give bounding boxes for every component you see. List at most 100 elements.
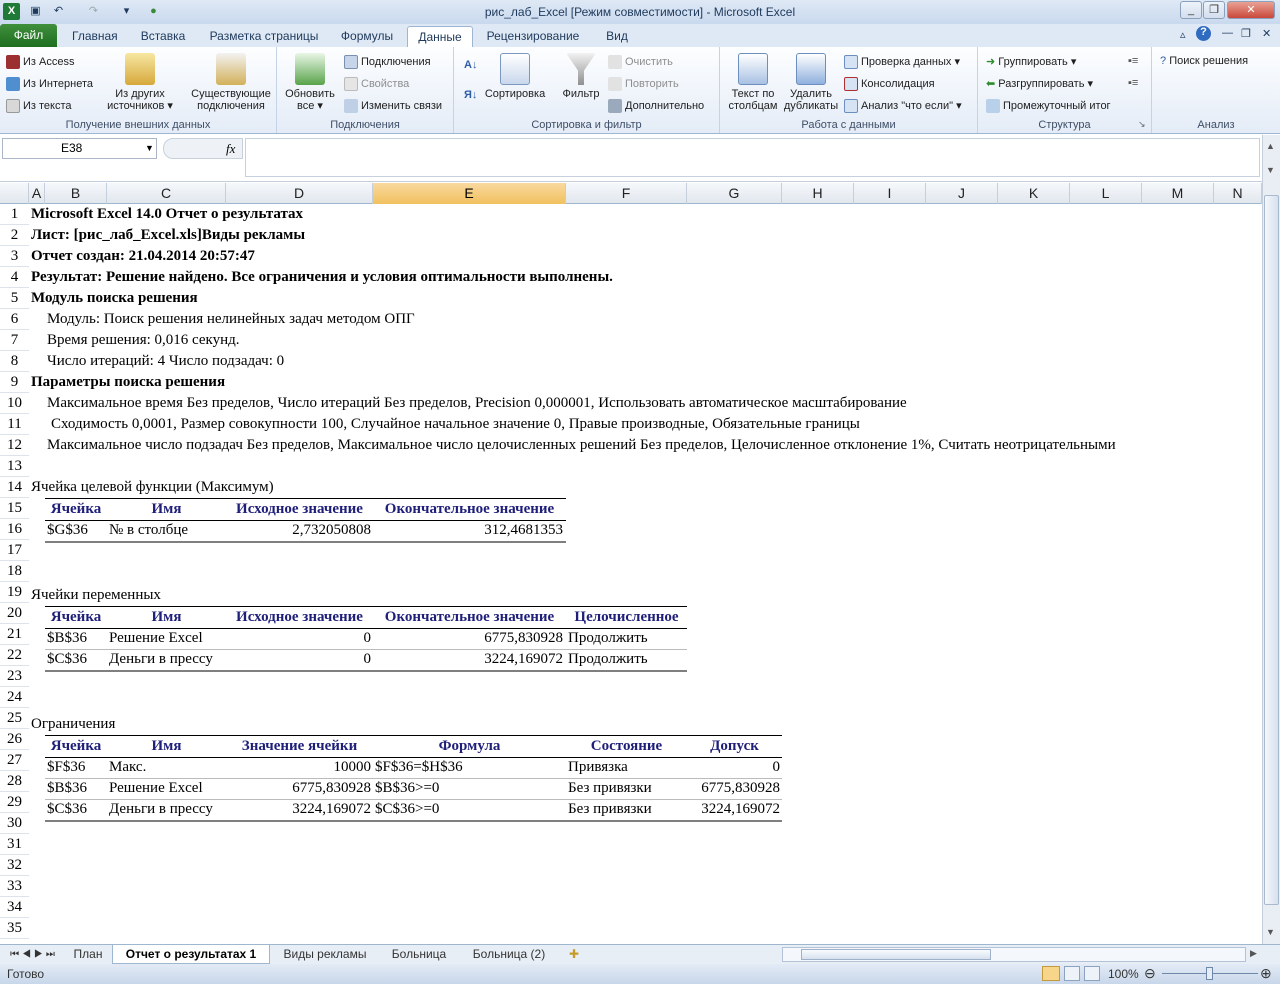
doc-close-icon[interactable]: ✕ [1262,27,1271,40]
column-header-n[interactable]: N [1214,183,1262,204]
sheet-tab-hospital[interactable]: Больница [382,945,456,964]
row-header[interactable]: 31 [0,834,29,855]
row-header[interactable]: 34 [0,897,29,918]
row-header[interactable]: 35 [0,918,29,939]
row-header[interactable]: 10 [0,393,29,414]
clear-filter-button[interactable]: Очистить [608,55,673,69]
row-header[interactable]: 20 [0,603,29,624]
row-header[interactable]: 25 [0,708,29,729]
column-header-m[interactable]: M [1142,183,1214,204]
row-header[interactable]: 5 [0,288,29,309]
row-header[interactable]: 33 [0,876,29,897]
data-validation-button[interactable]: Проверка данных ▾ [844,55,960,70]
row-header[interactable]: 27 [0,750,29,771]
row-header[interactable]: 3 [0,246,29,267]
tab-view[interactable]: Вид [600,26,634,47]
sort-asc-icon[interactable]: A↓ [464,59,477,71]
advanced-filter-button[interactable]: Дополнительно [608,99,704,113]
edit-links-button[interactable]: Изменить связи [344,99,442,113]
from-text-button[interactable]: Из текста [6,99,72,113]
sheet-tab-plan[interactable]: План [66,945,110,964]
text-to-columns-button[interactable]: Текст по столбцам [724,53,782,112]
doc-restore-icon[interactable]: ❐ [1241,27,1251,40]
refresh-all-button[interactable]: Обновить все ▾ [281,53,339,112]
existing-connections-button[interactable]: Существующие подключения [188,53,274,112]
sheet-nav-icons[interactable]: ⏮◀▶⏭ [4,945,64,964]
row-header[interactable]: 22 [0,645,29,666]
tab-insert[interactable]: Вставка [138,26,188,47]
restore-button[interactable]: ❐ [1203,1,1225,19]
row-header[interactable]: 26 [0,729,29,750]
scroll-up-icon[interactable]: ▲ [1266,141,1275,151]
row-header[interactable]: 2 [0,225,29,246]
connections-button[interactable]: Подключения [344,55,431,69]
properties-button[interactable]: Свойства [344,77,409,91]
horizontal-scroll-thumb[interactable] [801,949,991,960]
reapply-button[interactable]: Повторить [608,77,679,91]
column-header-g[interactable]: G [687,183,782,204]
row-header[interactable]: 14 [0,477,29,498]
zoom-out-icon[interactable]: ⊖ [1144,965,1156,982]
column-header-b[interactable]: B [45,183,107,204]
doc-minimize-icon[interactable]: — [1222,27,1233,39]
row-header[interactable]: 21 [0,624,29,645]
consolidate-button[interactable]: Консолидация [844,77,935,91]
row-header[interactable]: 7 [0,330,29,351]
zoom-slider-handle[interactable] [1206,967,1213,980]
row-header[interactable]: 17 [0,540,29,561]
row-header[interactable]: 16 [0,519,29,540]
row-header[interactable]: 29 [0,792,29,813]
row-header[interactable]: 24 [0,687,29,708]
row-header[interactable]: 32 [0,855,29,876]
column-header-k[interactable]: K [998,183,1070,204]
row-header[interactable]: 13 [0,456,29,477]
sheet-tab-hospital-2[interactable]: Больница (2) [462,945,556,964]
hide-detail-icon[interactable]: ▪≡ [1128,77,1138,89]
sheet-tab-ads[interactable]: Виды рекламы [274,945,376,964]
column-header-l[interactable]: L [1070,183,1142,204]
column-header-f[interactable]: F [566,183,687,204]
row-header[interactable]: 1 [0,204,29,225]
name-box[interactable]: E38 [2,138,157,159]
column-header-h[interactable]: H [782,183,854,204]
help-icon[interactable]: ? [1196,26,1211,41]
show-detail-icon[interactable]: ▪≡ [1128,55,1138,67]
new-sheet-icon[interactable]: ✚ [560,945,588,964]
column-header-e[interactable]: E [373,183,566,204]
filter-button[interactable]: Фильтр [556,53,606,100]
zoom-in-icon[interactable]: ⊕ [1260,965,1272,982]
column-header-c[interactable]: C [107,183,226,204]
what-if-button[interactable]: Анализ "что если" ▾ [844,99,962,114]
close-button[interactable]: ✕ [1227,1,1275,19]
tab-home[interactable]: Главная [72,26,118,47]
solver-button[interactable]: ? Поиск решения [1160,55,1248,67]
dialog-launcher-icon[interactable]: ↘ [1138,119,1146,130]
select-all-corner[interactable] [0,183,29,204]
scroll-right-icon[interactable]: ▶ [1250,948,1257,959]
group-button[interactable]: ➜ Группировать ▾ [986,55,1076,68]
formula-input[interactable] [245,138,1260,177]
scroll-thumb[interactable] [1264,195,1279,905]
row-header[interactable]: 28 [0,771,29,792]
tab-page-layout[interactable]: Разметка страницы [205,26,323,47]
horizontal-scrollbar[interactable] [782,947,1246,962]
column-header-j[interactable]: J [926,183,998,204]
tab-file[interactable]: Файл [0,24,57,47]
scroll-down-icon[interactable]: ▼ [1266,927,1275,937]
row-header[interactable]: 12 [0,435,29,456]
ungroup-button[interactable]: ⬅ Разгруппировать ▾ [986,77,1093,90]
row-header[interactable]: 30 [0,813,29,834]
name-box-dropdown-icon[interactable]: ▼ [145,143,154,153]
row-header[interactable]: 6 [0,309,29,330]
minimize-button[interactable]: _ [1180,1,1202,19]
tab-data[interactable]: Данные [407,26,473,47]
sort-desc-icon[interactable]: Я↓ [464,89,477,101]
ribbon-minimize-icon[interactable]: ▵ [1180,28,1186,41]
row-header[interactable]: 11 [0,414,29,435]
column-header-i[interactable]: I [854,183,926,204]
page-layout-view-icon[interactable] [1064,966,1080,981]
row-header[interactable]: 4 [0,267,29,288]
from-web-button[interactable]: Из Интернета [6,77,93,91]
other-sources-button[interactable]: Из других источников ▾ [100,53,180,112]
fx-icon[interactable]: fx [226,141,235,157]
